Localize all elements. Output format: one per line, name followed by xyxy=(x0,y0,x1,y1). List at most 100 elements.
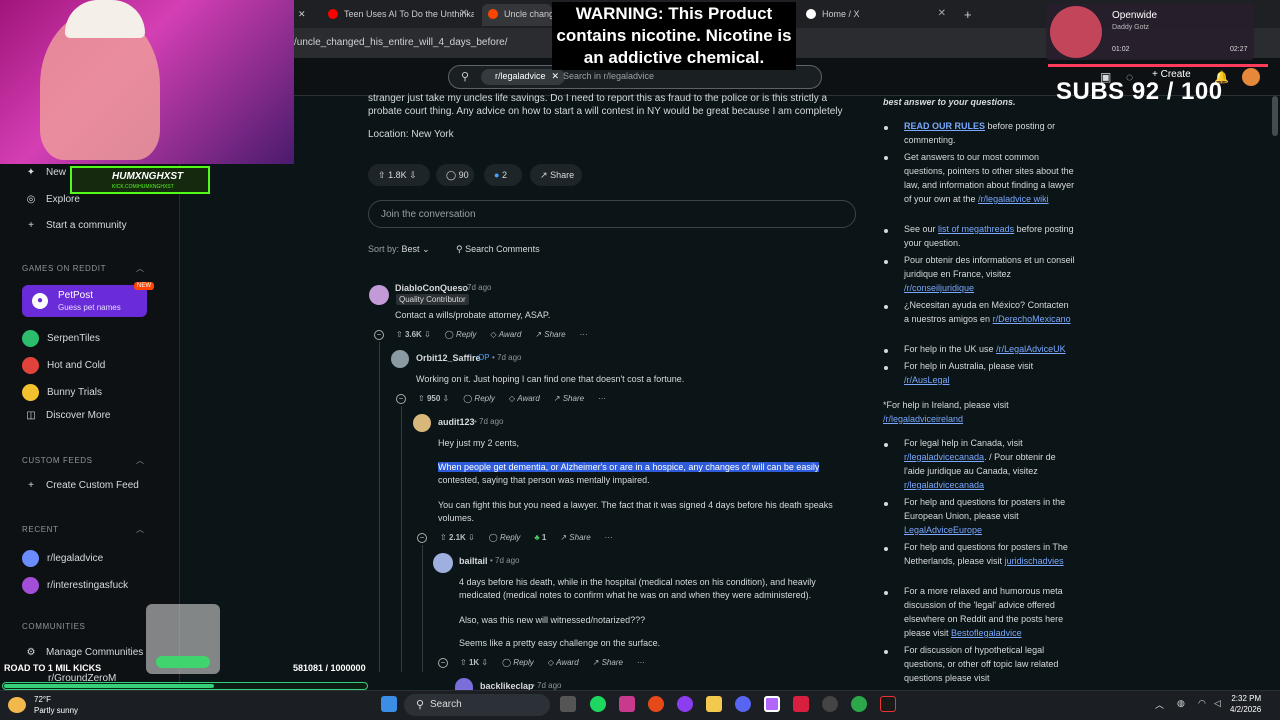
tab-youtube[interactable]: Teen Uses AI To Do the Unthinkable ✕ xyxy=(322,4,474,26)
recent-legaladvice[interactable]: r/legaladvice xyxy=(22,550,103,567)
sidebar-item-discover-more[interactable]: ◫ Discover More xyxy=(22,410,110,421)
comment-username[interactable]: bailtail xyxy=(459,556,488,566)
avatar[interactable] xyxy=(433,553,453,573)
subreddit-chip[interactable]: r/legaladvice ✕ xyxy=(481,69,566,85)
legaladviceeurope-link[interactable]: LegalAdviceEurope xyxy=(904,525,982,535)
petpost-game[interactable]: ● PetPost Guess pet names xyxy=(22,285,147,317)
megathreads-link[interactable]: list of megathreads xyxy=(938,224,1014,234)
share-button[interactable]: ↗ Share xyxy=(554,394,584,403)
reply-button[interactable]: ◯ Reply xyxy=(445,330,477,339)
create-custom-feed[interactable]: + Create Custom Feed xyxy=(22,480,139,491)
more-icon[interactable]: ··· xyxy=(598,394,606,403)
tab-x[interactable]: Home / X ✕ xyxy=(800,4,952,26)
sidebar-item-serpentiles[interactable]: SerpenTiles xyxy=(22,330,100,347)
avatar[interactable] xyxy=(369,285,389,305)
reply-button[interactable]: ◯ Reply xyxy=(502,658,534,667)
weather-widget[interactable]: 72°F Partly sunny xyxy=(34,694,78,716)
upvote-icon[interactable]: ⇧ 2.1K ⇩ xyxy=(440,533,475,542)
award-button[interactable]: ◇ Award xyxy=(490,330,521,339)
awards-button[interactable]: ● 2 xyxy=(484,164,522,186)
user-avatar[interactable] xyxy=(1242,68,1260,86)
sidebar-item-bunny-trials[interactable]: Bunny Trials xyxy=(22,384,102,401)
comment-username[interactable]: backlikeclap xyxy=(480,681,534,690)
scrollbar[interactable] xyxy=(1272,96,1278,136)
taskbar-search[interactable]: ⚲ Search xyxy=(404,694,550,716)
share-button[interactable]: ↗ Share xyxy=(530,164,582,186)
share-button[interactable]: ↗ Share xyxy=(535,330,565,339)
avatar[interactable] xyxy=(455,678,473,690)
sidebar-item-hot-and-cold[interactable]: Hot and Cold xyxy=(22,357,105,374)
legaladviceireland-link[interactable]: /r/legaladviceireland xyxy=(883,414,963,424)
bestoflegaladvice-link[interactable]: Bestoflegaladvice xyxy=(951,628,1022,638)
more-icon[interactable]: ··· xyxy=(605,533,613,542)
join-conversation-input[interactable]: Join the conversation xyxy=(368,200,856,228)
auslegal-link[interactable]: /r/AusLegal xyxy=(904,375,950,385)
manage-communities[interactable]: ⚙ Manage Communities xyxy=(22,647,144,658)
sidebar-item-explore[interactable]: ◎ Explore xyxy=(22,194,80,205)
comment-username[interactable]: Orbit12_Saffire xyxy=(416,353,481,363)
file-explorer-icon[interactable] xyxy=(706,696,722,712)
wifi-icon[interactable]: ◠ xyxy=(1198,698,1206,709)
close-icon[interactable]: ✕ xyxy=(938,8,946,19)
legaladvicecanada-link[interactable]: r/legaladvicecanada xyxy=(904,480,984,490)
tab-reddit-active[interactable]: Uncle changed his entire will 4 days bef… xyxy=(482,4,552,26)
close-icon[interactable]: ✕ xyxy=(552,71,560,81)
share-button[interactable]: ↗ Share xyxy=(593,658,623,667)
mic-icon[interactable]: ◍ xyxy=(1177,698,1185,709)
windows-start-icon[interactable] xyxy=(381,696,397,712)
more-icon[interactable]: ··· xyxy=(580,330,588,339)
chrome-icon[interactable] xyxy=(648,696,664,712)
legaladviceuk-link[interactable]: /r/LegalAdviceUK xyxy=(996,344,1066,354)
comments-button[interactable]: ◯ 90 xyxy=(436,164,474,186)
sidebar-item-start-community[interactable]: + Start a community xyxy=(22,220,127,231)
post-vote-bar[interactable]: ⇧ 1.8K ⇩ xyxy=(368,164,430,186)
sidebar-item-new[interactable]: ✦ New xyxy=(22,167,66,178)
spotify-icon[interactable] xyxy=(590,696,606,712)
task-view-icon[interactable] xyxy=(560,696,576,712)
chevron-up-icon[interactable]: ︿ xyxy=(136,263,144,274)
browser-icon[interactable] xyxy=(851,696,867,712)
search-input[interactable]: Search in r/legaladvice xyxy=(563,71,654,81)
avatar[interactable] xyxy=(391,350,409,368)
obs-studio-icon[interactable] xyxy=(822,696,838,712)
collapse-icon[interactable]: − xyxy=(374,330,384,340)
chevron-up-icon[interactable]: ︿ xyxy=(136,524,144,535)
close-icon[interactable]: ✕ xyxy=(460,8,468,19)
obs-icon[interactable] xyxy=(764,696,780,712)
chevron-up-icon[interactable]: ︿ xyxy=(136,455,144,466)
new-tab-button[interactable]: + xyxy=(960,4,978,26)
recent-interestingasfuck[interactable]: r/interestingasfuck xyxy=(22,577,128,594)
tray-chevron-icon[interactable]: ︿ xyxy=(1155,698,1164,711)
award-count[interactable]: ♣ 1 xyxy=(534,533,546,542)
discord-icon[interactable] xyxy=(735,696,751,712)
reply-button[interactable]: ◯ Reply xyxy=(489,533,521,542)
derechomexicano-link[interactable]: r/DerechoMexicano xyxy=(993,314,1071,324)
rules-link[interactable]: READ OUR RULES xyxy=(904,121,985,131)
collapse-icon[interactable]: − xyxy=(438,658,448,668)
search-comments[interactable]: ⚲ Search Comments xyxy=(446,238,558,260)
wiki-link[interactable]: /r/legaladvice wiki xyxy=(978,194,1049,204)
taskbar-clock[interactable]: 2:32 PM 4/2/2026 xyxy=(1230,693,1261,715)
tab-close-icon[interactable]: ✕ xyxy=(298,4,312,26)
comment-username[interactable]: DiabloConQueso xyxy=(395,283,468,293)
conseiljuridique-link[interactable]: /r/conseiljuridique xyxy=(904,283,974,293)
app-icon[interactable] xyxy=(793,696,809,712)
award-button[interactable]: ◇ Award xyxy=(548,658,579,667)
more-icon[interactable]: ··· xyxy=(637,658,645,667)
upvote-icon[interactable]: ⇧ 950 ⇩ xyxy=(418,394,449,403)
terminal-icon[interactable] xyxy=(880,696,896,712)
avatar[interactable] xyxy=(413,414,431,432)
collapse-icon[interactable]: − xyxy=(417,533,427,543)
upvote-icon[interactable]: ⇧ 1K ⇩ xyxy=(460,658,488,667)
comment-username[interactable]: audit123 xyxy=(438,417,475,427)
award-button[interactable]: ◇ Award xyxy=(509,394,540,403)
sort-dropdown[interactable]: Best xyxy=(402,244,420,254)
share-button[interactable]: ↗ Share xyxy=(560,533,590,542)
url-text[interactable]: /uncle_changed_his_entire_will_4_days_be… xyxy=(294,37,508,48)
legaladvicecanada-link[interactable]: r/legaladvicecanada xyxy=(904,452,984,462)
volume-icon[interactable]: ◁ xyxy=(1214,698,1221,709)
reply-button[interactable]: ◯ Reply xyxy=(463,394,495,403)
twitch-icon[interactable] xyxy=(677,696,693,712)
music-app-icon[interactable] xyxy=(619,696,635,712)
juridischadvies-link[interactable]: juridischadvies xyxy=(1005,556,1064,566)
